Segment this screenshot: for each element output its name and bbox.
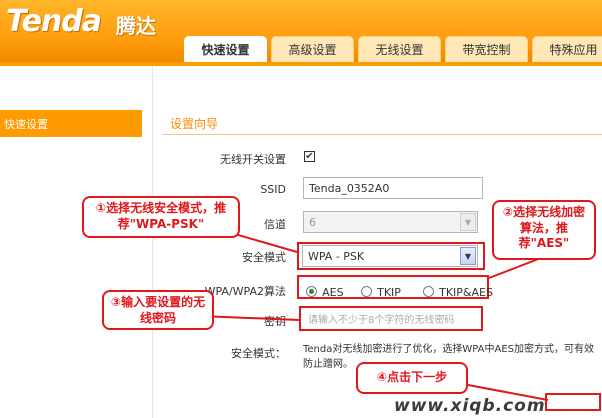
arrow-callout3 — [199, 315, 300, 321]
callout-next-step: ④点击下一步 — [356, 362, 468, 394]
highlight-box-next-button — [545, 393, 601, 411]
callout-algorithm: ②选择无线加密算法，推荐"AES" — [492, 200, 596, 260]
watermark: www.xiqb.com — [394, 396, 546, 416]
arrow-callout2 — [488, 257, 542, 279]
callout-security-mode: ①选择无线安全模式，推荐"WPA-PSK" — [82, 196, 240, 238]
callout-key: ③输入要设置的无线密码 — [102, 290, 214, 330]
